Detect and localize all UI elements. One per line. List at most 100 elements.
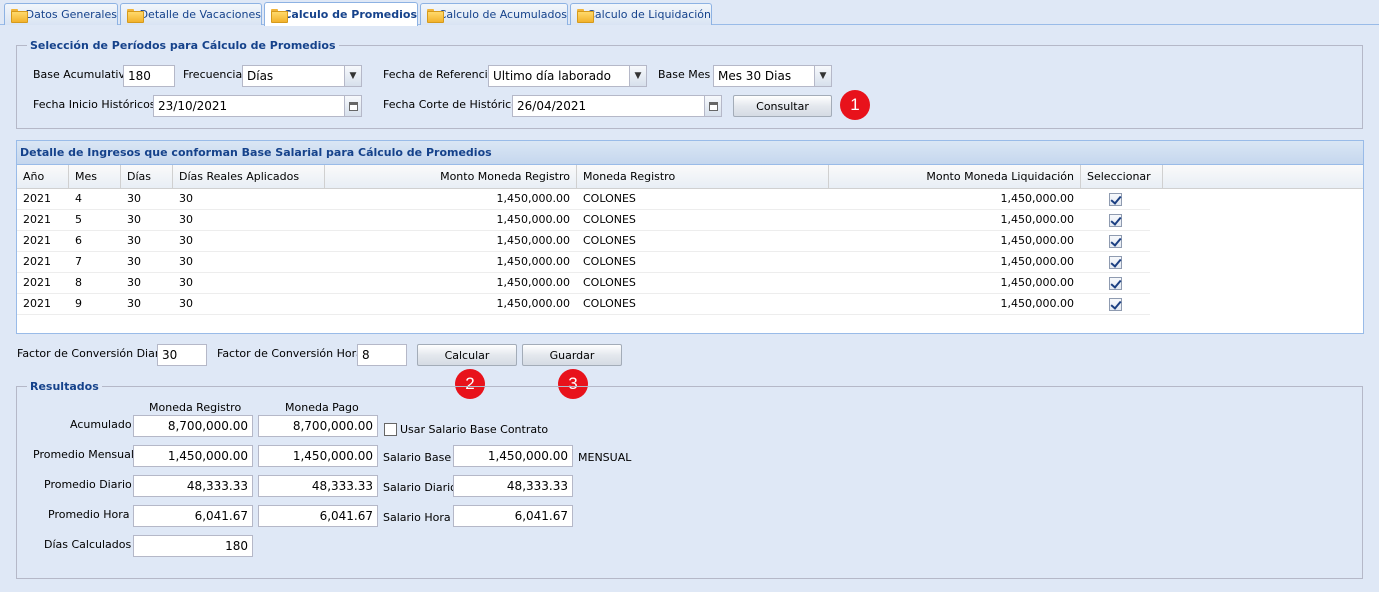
hora-pago-field[interactable]: 6,041.67 <box>258 505 378 527</box>
tab-detalle-vacaciones[interactable]: Detalle de Vacaciones <box>120 3 262 25</box>
calcular-button[interactable]: Calcular <box>417 344 517 366</box>
tab-bar: Datos Generales Detalle de Vacaciones Ca… <box>0 0 1379 26</box>
fecha-referencia-value: Ultimo día laborado <box>493 69 612 83</box>
cell-dias: 30 <box>121 294 173 314</box>
cell-anio: 2021 <box>17 273 69 293</box>
diario-pago-field[interactable]: 48,333.33 <box>258 475 378 497</box>
grid-body: 2021 4 30 30 1,450,000.00 COLONES 1,450,… <box>17 189 1363 315</box>
diario-registro-field[interactable]: 48,333.33 <box>133 475 253 497</box>
table-row[interactable]: 2021 5 30 30 1,450,000.00 COLONES 1,450,… <box>17 210 1150 231</box>
col-header-anio[interactable]: Año <box>17 165 69 189</box>
salario-diario-field[interactable]: 48,333.33 <box>453 475 573 497</box>
fecha-inicio-value: 23/10/2021 <box>158 99 228 113</box>
table-row[interactable]: 2021 7 30 30 1,450,000.00 COLONES 1,450,… <box>17 252 1150 273</box>
chevron-down-icon[interactable]: ▼ <box>344 66 361 86</box>
factor-hora-field[interactable]: 8 <box>357 344 407 366</box>
col-header-dias[interactable]: Días <box>121 165 173 189</box>
cell-mes: 5 <box>69 210 121 230</box>
fecha-corte-field[interactable]: 26/04/2021 <box>512 95 722 117</box>
resultados-legend: Resultados <box>30 380 99 393</box>
cell-monto-liquidacion: 1,450,000.00 <box>829 189 1081 209</box>
salario-base-label: Salario Base <box>383 451 452 464</box>
col-header-monto-liquidacion[interactable]: Monto Moneda Liquidación <box>829 165 1081 189</box>
tab-calculo-acumulados[interactable]: Calculo de Acumulados <box>420 3 568 25</box>
calendar-icon[interactable] <box>344 96 361 116</box>
tab-label: Detalle de Vacaciones <box>139 8 261 21</box>
fecha-corte-label: Fecha Corte de Históricos <box>383 98 524 111</box>
base-mes-select[interactable]: Mes 30 Dias ▼ <box>713 65 832 87</box>
select-checkbox[interactable] <box>1108 213 1122 227</box>
folder-icon <box>427 8 444 23</box>
salario-hora-label: Salario Hora <box>383 511 451 524</box>
factor-diario-label: Factor de Conversión Diario <box>17 347 170 360</box>
dias-calculados-label: Días Calculados <box>44 538 132 551</box>
folder-icon <box>271 8 289 23</box>
col-header-moneda-registro[interactable]: Moneda Registro <box>577 165 829 189</box>
consultar-button[interactable]: Consultar <box>733 95 832 117</box>
fecha-inicio-field[interactable]: 23/10/2021 <box>153 95 362 117</box>
tab-calculo-promedios[interactable]: Calculo de Promedios <box>264 2 418 26</box>
ingresos-grid: Detalle de Ingresos que conforman Base S… <box>16 140 1364 334</box>
frecuencia-label: Frecuencia <box>183 68 243 81</box>
select-checkbox[interactable] <box>1108 255 1122 269</box>
promedio-hora-label: Promedio Hora <box>48 508 130 521</box>
table-row[interactable]: 2021 6 30 30 1,450,000.00 COLONES 1,450,… <box>17 231 1150 252</box>
tab-label: Datos Generales <box>25 8 117 21</box>
cell-monto-registro: 1,450,000.00 <box>325 231 577 251</box>
salario-diario-label: Salario Diario <box>383 481 457 494</box>
cell-seleccionar <box>1081 294 1150 314</box>
tab-label: Calculo de Liquidación <box>587 8 711 21</box>
cell-monto-registro: 1,450,000.00 <box>325 189 577 209</box>
cell-anio: 2021 <box>17 231 69 251</box>
col-header-mes[interactable]: Mes <box>69 165 121 189</box>
cell-seleccionar <box>1081 273 1150 293</box>
table-row[interactable]: 2021 8 30 30 1,450,000.00 COLONES 1,450,… <box>17 273 1150 294</box>
tab-calculo-liquidacion[interactable]: Calculo de Liquidación <box>570 3 712 25</box>
mensual-pago-field[interactable]: 1,450,000.00 <box>258 445 378 467</box>
calendar-icon[interactable] <box>704 96 721 116</box>
cell-moneda-registro: COLONES <box>577 231 829 251</box>
folder-icon <box>127 8 143 23</box>
frecuencia-select[interactable]: Días ▼ <box>242 65 362 87</box>
acumulado-pago-field[interactable]: 8,700,000.00 <box>258 415 378 437</box>
col-header-seleccionar[interactable]: Seleccionar <box>1081 165 1163 189</box>
salario-hora-field[interactable]: 6,041.67 <box>453 505 573 527</box>
col-header-monto-registro[interactable]: Monto Moneda Registro <box>325 165 577 189</box>
cell-monto-liquidacion: 1,450,000.00 <box>829 294 1081 314</box>
table-row[interactable]: 2021 4 30 30 1,450,000.00 COLONES 1,450,… <box>17 189 1150 210</box>
chevron-down-icon[interactable]: ▼ <box>814 66 831 86</box>
select-checkbox[interactable] <box>1108 192 1122 206</box>
cell-moneda-registro: COLONES <box>577 189 829 209</box>
mensual-registro-field[interactable]: 1,450,000.00 <box>133 445 253 467</box>
factor-diario-field[interactable]: 30 <box>157 344 207 366</box>
cell-dias-reales: 30 <box>173 273 325 293</box>
fecha-referencia-select[interactable]: Ultimo día laborado ▼ <box>488 65 647 87</box>
base-acumulativa-field[interactable]: 180 <box>123 65 175 87</box>
chevron-down-icon[interactable]: ▼ <box>629 66 646 86</box>
cell-dias-reales: 30 <box>173 231 325 251</box>
select-checkbox[interactable] <box>1108 234 1122 248</box>
cell-dias: 30 <box>121 189 173 209</box>
select-checkbox[interactable] <box>1108 276 1122 290</box>
acumulado-registro-field[interactable]: 8,700,000.00 <box>133 415 253 437</box>
cell-monto-liquidacion: 1,450,000.00 <box>829 210 1081 230</box>
cell-dias: 30 <box>121 210 173 230</box>
cell-dias: 30 <box>121 231 173 251</box>
acumulado-label: Acumulado <box>70 418 132 431</box>
guardar-button[interactable]: Guardar <box>522 344 622 366</box>
fecha-referencia-label: Fecha de Referencia <box>383 68 495 81</box>
usar-salario-checkbox[interactable] <box>384 423 397 436</box>
tab-label: Calculo de Promedios <box>283 8 417 21</box>
col-header-dias-reales[interactable]: Días Reales Aplicados <box>173 165 325 189</box>
promedio-mensual-label: Promedio Mensual <box>33 448 134 461</box>
hora-registro-field[interactable]: 6,041.67 <box>133 505 253 527</box>
tab-datos-generales[interactable]: Datos Generales <box>4 3 118 25</box>
cell-mes: 4 <box>69 189 121 209</box>
dias-calculados-field[interactable]: 180 <box>133 535 253 557</box>
base-acumulativa-label: Base Acumulativa <box>33 68 132 81</box>
select-checkbox[interactable] <box>1108 297 1122 311</box>
cell-seleccionar <box>1081 189 1150 209</box>
salario-base-field[interactable]: 1,450,000.00 <box>453 445 573 467</box>
table-row[interactable]: 2021 9 30 30 1,450,000.00 COLONES 1,450,… <box>17 294 1150 315</box>
cell-mes: 6 <box>69 231 121 251</box>
